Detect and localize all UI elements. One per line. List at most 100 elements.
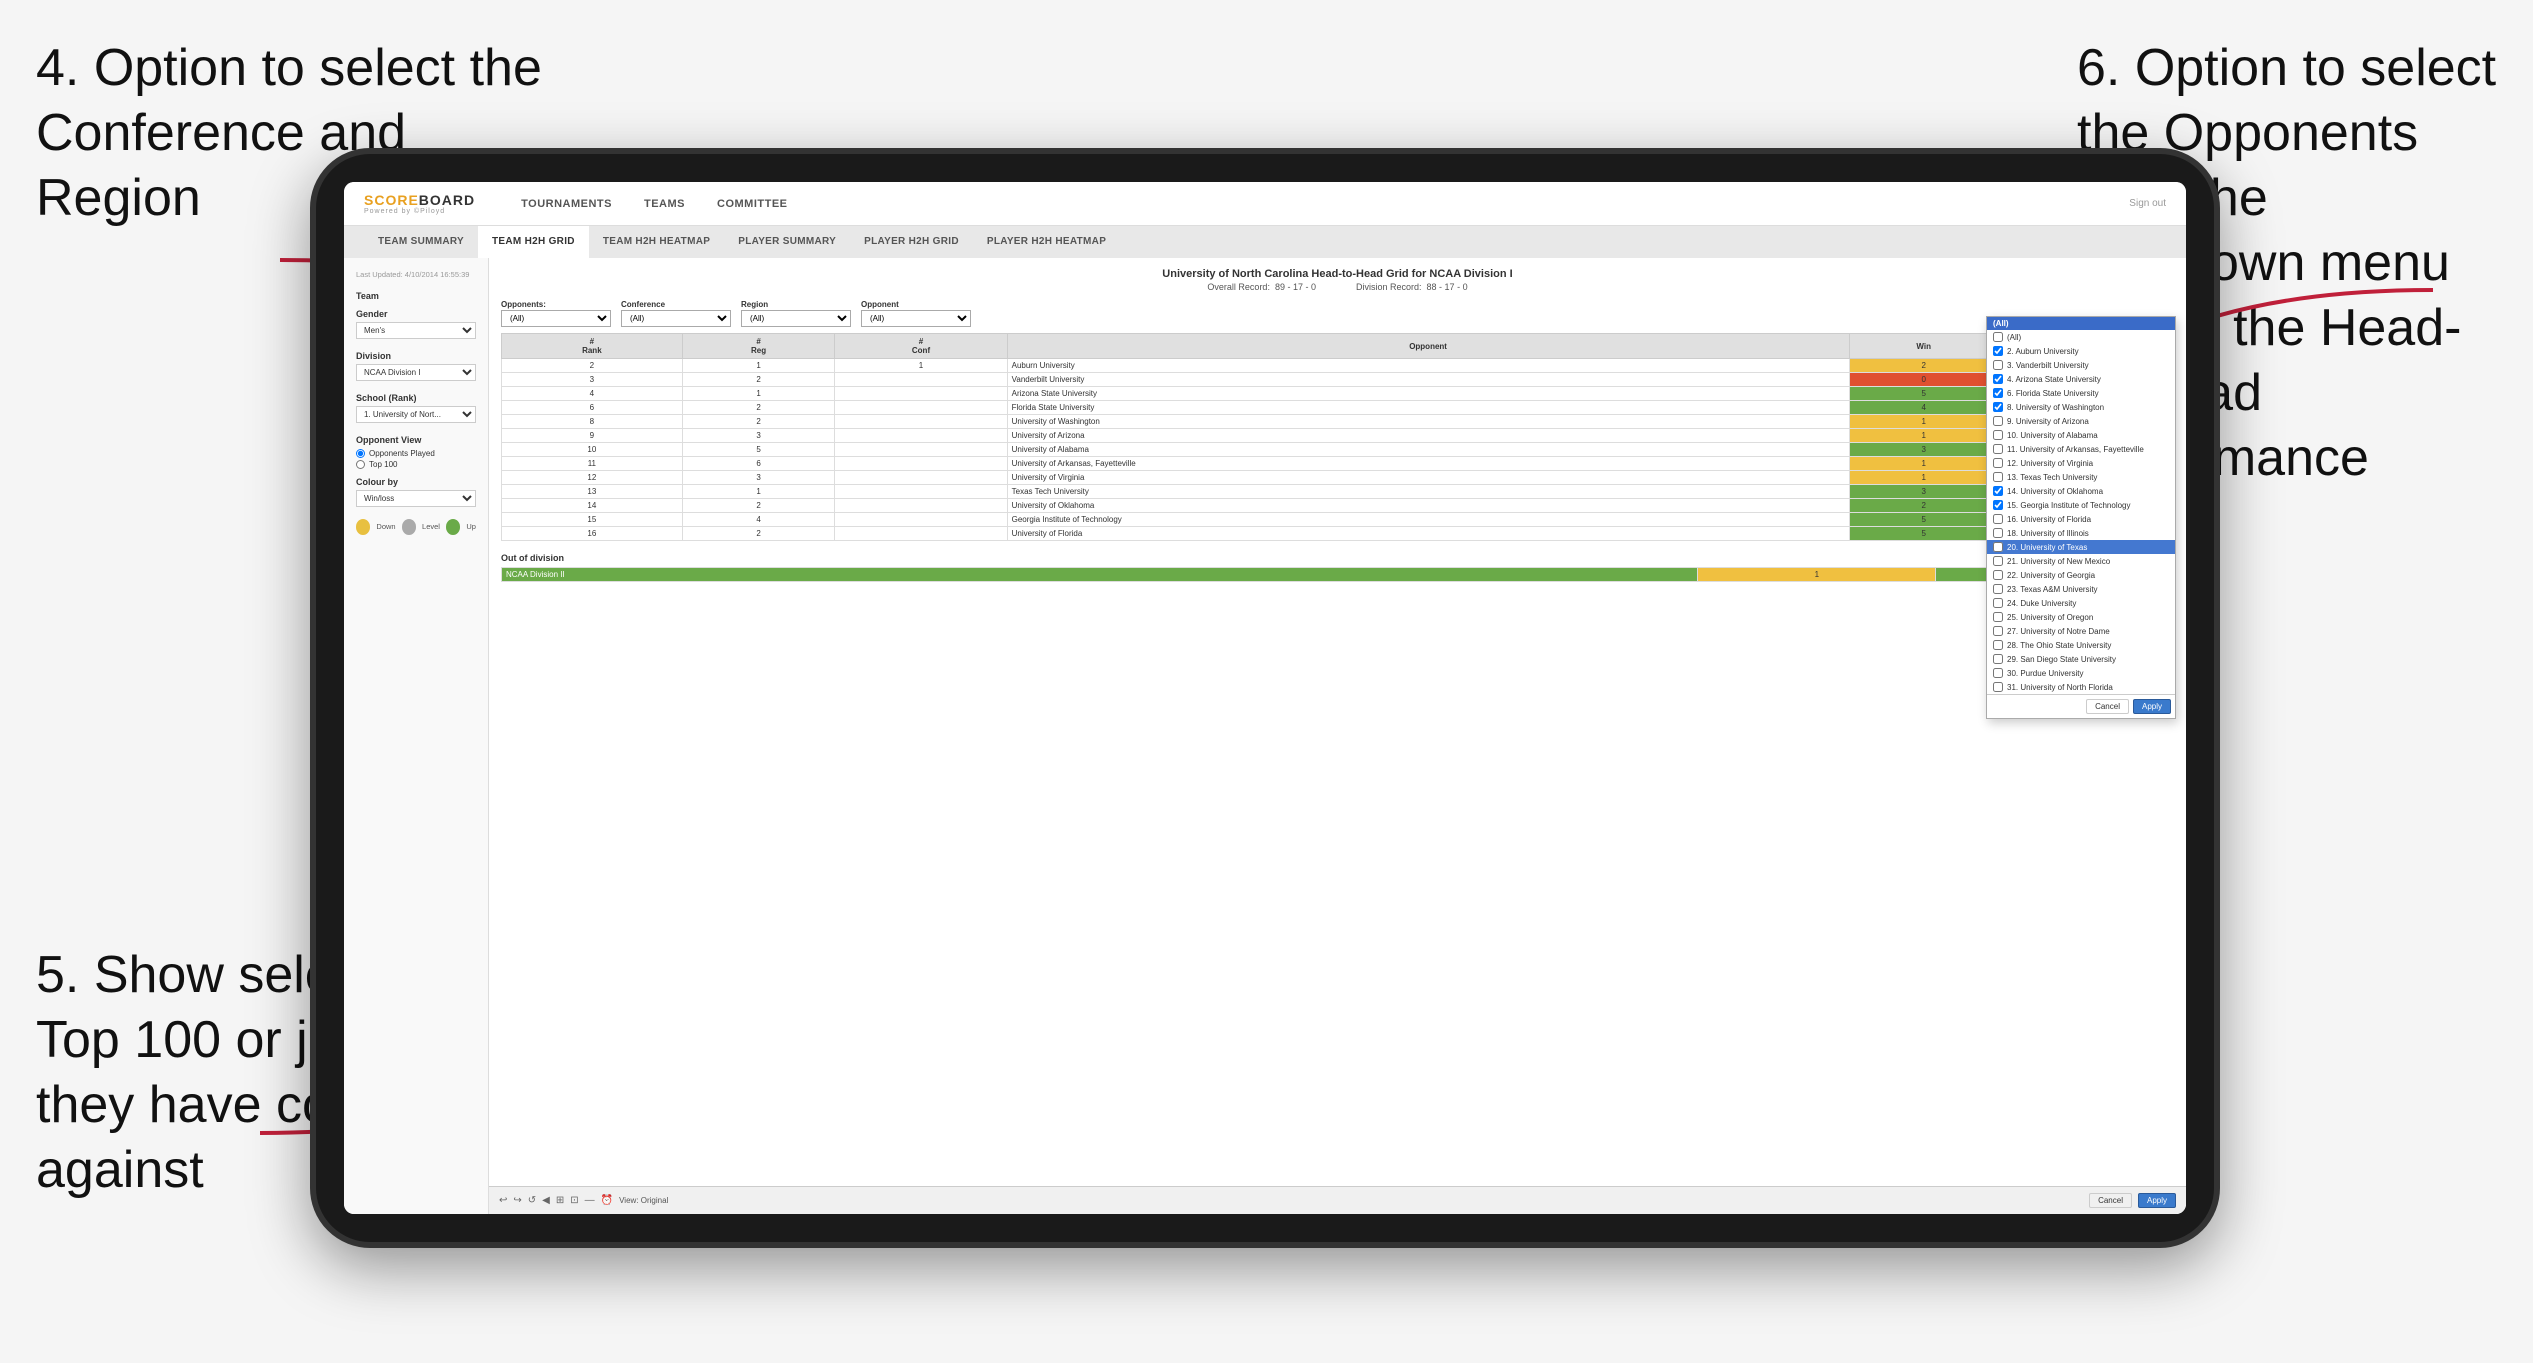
subtab-h2h-heatmap[interactable]: TEAM H2H HEATMAP — [589, 226, 724, 258]
radio-opponents-played[interactable]: Opponents Played — [356, 449, 476, 458]
gender-select[interactable]: Men's — [356, 322, 476, 339]
cell-conf — [835, 373, 1007, 387]
sidebar: Last Updated: 4/10/2014 16:55:39 Team Ge… — [344, 258, 489, 1214]
dropdown-item[interactable]: 27. University of Notre Dame — [1987, 624, 2175, 638]
dropdown-item[interactable]: 3. Vanderbilt University — [1987, 358, 2175, 372]
opponent-select[interactable]: (All) — [861, 310, 971, 327]
table-row: 9 3 University of Arizona 1 0 — [502, 429, 2174, 443]
cell-reg: 2 — [682, 527, 835, 541]
tablet-screen: SCOREBOARDPowered by ©Piloyd TOURNAMENTS… — [344, 182, 2186, 1214]
cell-rank: 16 — [502, 527, 683, 541]
signout-link[interactable]: Sign out — [2129, 198, 2166, 209]
dropdown-item[interactable]: 18. University of Illinois — [1987, 526, 2175, 540]
opponent-view-group: Opponents Played Top 100 — [356, 449, 476, 469]
cell-reg: 1 — [682, 485, 835, 499]
col-opponent: Opponent — [1007, 334, 1849, 359]
dropdown-item[interactable]: 13. Texas Tech University — [1987, 470, 2175, 484]
colour-by-label: Colour by — [356, 477, 476, 487]
nav-left-icon[interactable]: ◀ — [542, 1195, 550, 1206]
cell-conf — [835, 429, 1007, 443]
cell-win: 5 — [1849, 513, 1998, 527]
cell-team: University of Arizona — [1007, 429, 1849, 443]
dropdown-item[interactable]: 15. Georgia Institute of Technology — [1987, 498, 2175, 512]
table-row: 11 6 University of Arkansas, Fayettevill… — [502, 457, 2174, 471]
cell-team: University of Alabama — [1007, 443, 1849, 457]
subtab-h2h-grid[interactable]: TEAM H2H GRID — [478, 226, 589, 258]
dropdown-item[interactable]: 9. University of Arizona — [1987, 414, 2175, 428]
colour-by-select[interactable]: Win/loss — [356, 490, 476, 507]
table-row: 4 1 Arizona State University 5 1 — [502, 387, 2174, 401]
dropdown-item[interactable]: 2. Auburn University — [1987, 344, 2175, 358]
school-select[interactable]: 1. University of Nort... — [356, 406, 476, 423]
cell-win: 2 — [1849, 359, 1998, 373]
dropdown-item[interactable]: 20. University of Texas — [1987, 540, 2175, 554]
subtab-player-h2h-grid[interactable]: PLAYER H2H GRID — [850, 226, 973, 258]
dropdown-item[interactable]: 16. University of Florida — [1987, 512, 2175, 526]
nav-teams[interactable]: TEAMS — [628, 182, 701, 226]
cell-team: University of Oklahoma — [1007, 499, 1849, 513]
opponents-select[interactable]: (All) — [501, 310, 611, 327]
conference-select[interactable]: (All) — [621, 310, 731, 327]
school-label: School (Rank) — [356, 393, 476, 403]
cell-rank: 12 — [502, 471, 683, 485]
clock-icon[interactable]: ⏰ — [601, 1195, 613, 1206]
cell-win: 1 — [1849, 415, 1998, 429]
dropdown-item[interactable]: 28. The Ohio State University — [1987, 638, 2175, 652]
cell-reg: 2 — [682, 373, 835, 387]
dropdown-item[interactable]: 11. University of Arkansas, Fayetteville — [1987, 442, 2175, 456]
cell-team: University of Washington — [1007, 415, 1849, 429]
dropdown-item[interactable]: 10. University of Alabama — [1987, 428, 2175, 442]
opponent-dropdown[interactable]: (All) (All) 2. Auburn University 3. Vand… — [1986, 316, 2176, 719]
grid-area: University of North Carolina Head-to-Hea… — [489, 258, 2186, 1214]
cell-win: 1 — [1849, 471, 1998, 485]
dropdown-item[interactable]: 12. University of Virginia — [1987, 456, 2175, 470]
region-filter: Region (All) — [741, 300, 851, 327]
nav-committee[interactable]: COMMITTEE — [701, 182, 804, 226]
fit-icon[interactable]: ⊡ — [570, 1195, 578, 1206]
subtab-player-h2h-heatmap[interactable]: PLAYER H2H HEATMAP — [973, 226, 1120, 258]
cell-win: 5 — [1849, 527, 1998, 541]
subtab-team-summary[interactable]: TEAM SUMMARY — [364, 226, 478, 258]
dropdown-item[interactable]: 29. San Diego State University — [1987, 652, 2175, 666]
dropdown-item[interactable]: 25. University of Oregon — [1987, 610, 2175, 624]
reset-icon[interactable]: ↺ — [528, 1195, 536, 1206]
dash-icon[interactable]: — — [585, 1195, 595, 1206]
dropdown-item[interactable]: 30. Purdue University — [1987, 666, 2175, 680]
table-row: 13 1 Texas Tech University 3 0 — [502, 485, 2174, 499]
table-row: 8 2 University of Washington 1 0 — [502, 415, 2174, 429]
dropdown-item[interactable]: 14. University of Oklahoma — [1987, 484, 2175, 498]
cell-conf: 1 — [835, 359, 1007, 373]
undo-icon[interactable]: ↩ — [499, 1195, 507, 1206]
dropdown-item[interactable]: 6. Florida State University — [1987, 386, 2175, 400]
dropdown-cancel-btn[interactable]: Cancel — [2086, 699, 2129, 714]
toolbar-apply-btn[interactable]: Apply — [2138, 1193, 2176, 1208]
division-select[interactable]: NCAA Division I — [356, 364, 476, 381]
dropdown-apply-btn[interactable]: Apply — [2133, 699, 2171, 714]
dropdown-item[interactable]: 21. University of New Mexico — [1987, 554, 2175, 568]
gender-label: Gender — [356, 309, 476, 319]
cell-win: 1 — [1849, 457, 1998, 471]
toolbar-cancel-btn[interactable]: Cancel — [2089, 1193, 2132, 1208]
tablet-frame: SCOREBOARDPowered by ©Piloyd TOURNAMENTS… — [310, 148, 2220, 1248]
nav-tournaments[interactable]: TOURNAMENTS — [505, 182, 628, 226]
dropdown-item[interactable]: 23. Texas A&M University — [1987, 582, 2175, 596]
radio-top100[interactable]: Top 100 — [356, 460, 476, 469]
last-updated: Last Updated: 4/10/2014 16:55:39 — [356, 270, 476, 281]
table-row: 3 2 Vanderbilt University 0 4 — [502, 373, 2174, 387]
dropdown-item[interactable]: 31. University of North Florida — [1987, 680, 2175, 694]
table-row: 14 2 University of Oklahoma 2 0 — [502, 499, 2174, 513]
redo-icon[interactable]: ↪ — [513, 1195, 521, 1206]
filter-row: Opponents: (All) Conference (All) Region — [501, 300, 2174, 327]
cell-team: Florida State University — [1007, 401, 1849, 415]
dropdown-item[interactable]: (All) — [1987, 330, 2175, 344]
dropdown-item[interactable]: 4. Arizona State University — [1987, 372, 2175, 386]
cell-win: 5 — [1849, 387, 1998, 401]
copy-icon[interactable]: ⊞ — [556, 1195, 564, 1206]
dropdown-item[interactable]: 8. University of Washington — [1987, 400, 2175, 414]
division-label: Division — [356, 351, 476, 361]
region-select[interactable]: (All) — [741, 310, 851, 327]
dropdown-item[interactable]: 24. Duke University — [1987, 596, 2175, 610]
dropdown-item[interactable]: 22. University of Georgia — [1987, 568, 2175, 582]
cell-team: University of Florida — [1007, 527, 1849, 541]
subtab-player-summary[interactable]: PLAYER SUMMARY — [724, 226, 850, 258]
